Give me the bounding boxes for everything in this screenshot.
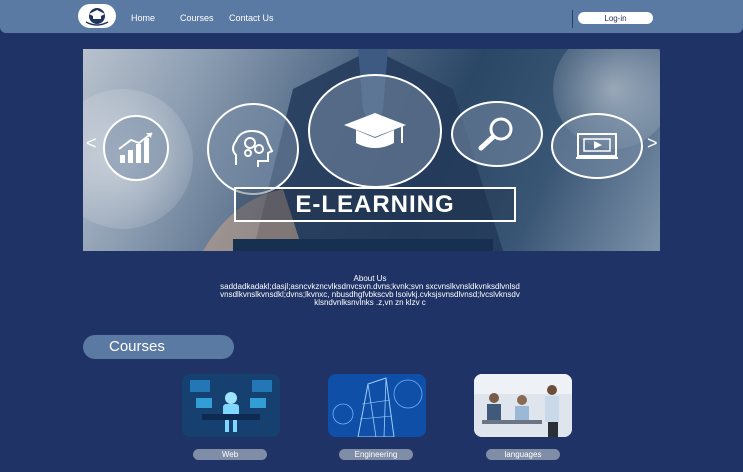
- engineering-course-image[interactable]: [328, 374, 426, 437]
- nav-divider: [572, 10, 573, 28]
- hero-carousel: E-LEARNING < >: [83, 49, 660, 251]
- nav-courses-link[interactable]: Courses: [180, 13, 214, 23]
- login-button[interactable]: Log-in: [578, 12, 653, 24]
- growth-chart-circle: [103, 115, 169, 181]
- brain-gears-icon: [232, 129, 274, 167]
- search-circle: [451, 101, 543, 167]
- video-screen-icon: [576, 133, 618, 159]
- about-body-text: saddadkadakl;dasjl;asncvkzncvlksdnvcsvn.…: [220, 282, 520, 307]
- nav-contact-link[interactable]: Contact Us: [229, 13, 274, 23]
- courses-heading-pill: Courses: [83, 335, 234, 359]
- logo[interactable]: [78, 4, 116, 28]
- top-navbar: Home Courses Contact Us Log-in: [0, 0, 743, 33]
- brain-circle: [207, 103, 299, 195]
- web-course-image[interactable]: [182, 374, 280, 437]
- video-circle: [551, 113, 643, 179]
- engineering-course-button[interactable]: Engineering: [339, 449, 413, 460]
- nav-home-link[interactable]: Home: [131, 13, 155, 23]
- graduation-cap-logo-icon: [85, 8, 109, 26]
- carousel-next-arrow[interactable]: >: [647, 133, 658, 154]
- courses-heading: Courses: [109, 338, 165, 355]
- languages-course-image[interactable]: [474, 374, 572, 437]
- web-course-button[interactable]: Web: [193, 449, 267, 460]
- people-meeting-illustration: [474, 374, 572, 437]
- magnifier-icon: [478, 117, 513, 151]
- languages-course-button[interactable]: languages: [486, 449, 560, 460]
- about-section: About Us saddadkadakl;dasjl;asncvkzncvlk…: [220, 275, 520, 307]
- bar-chart-icon: [118, 132, 153, 163]
- graduation-circle: [308, 74, 442, 188]
- web-developer-illustration: [182, 374, 280, 437]
- carousel-prev-arrow[interactable]: <: [86, 133, 97, 154]
- engineering-blueprint-illustration: [328, 374, 426, 437]
- e-learning-banner: E-LEARNING: [234, 187, 516, 222]
- graduation-cap-icon: [344, 113, 406, 148]
